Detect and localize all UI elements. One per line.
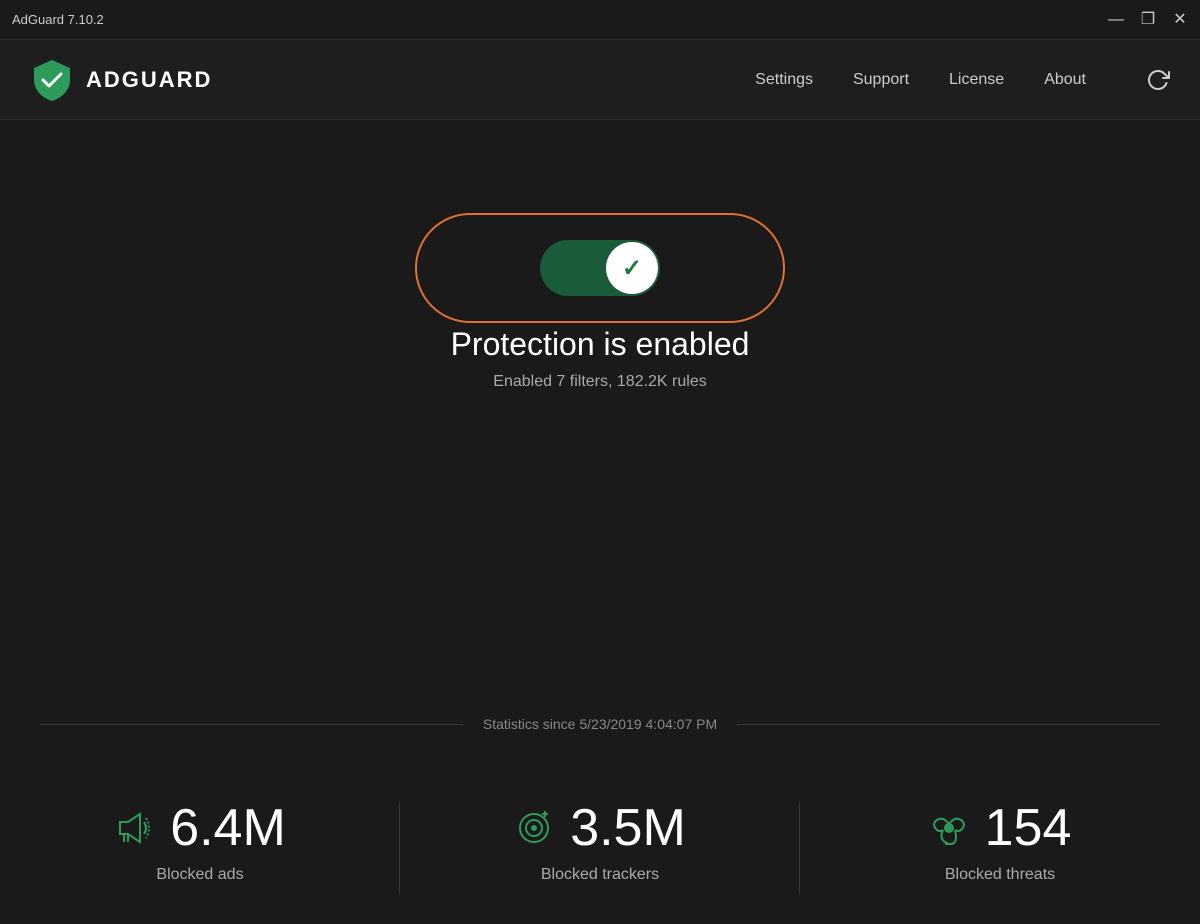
stats-cards: 6.4M Blocked ads 3.5M Blocked trackers [0, 772, 1200, 924]
header: ADGUARD Settings Support License About [0, 40, 1200, 120]
blocked-ads-label: Blocked ads [156, 866, 243, 884]
stats-since-text: Statistics since 5/23/2019 4:04:07 PM [463, 716, 737, 732]
biohazard-icon [929, 808, 969, 848]
stats-divider-left [40, 724, 463, 725]
protection-toggle[interactable]: ✓ [540, 240, 660, 296]
title-bar: AdGuard 7.10.2 — ❐ ✕ [0, 0, 1200, 40]
nav-about[interactable]: About [1044, 71, 1086, 89]
stats-divider-right [737, 724, 1160, 725]
minimize-button[interactable]: — [1108, 12, 1124, 28]
app-title: AdGuard 7.10.2 [12, 12, 104, 27]
tracker-icon [514, 808, 554, 848]
blocked-threats-number: 154 [985, 802, 1072, 854]
blocked-threats-label: Blocked threats [945, 866, 1055, 884]
stat-top-ads: 6.4M [114, 802, 286, 854]
toggle-knob: ✓ [606, 242, 658, 294]
protection-status-title: Protection is enabled [451, 326, 750, 363]
main-content: ✓ Protection is enabled Enabled 7 filter… [0, 120, 1200, 391]
window-controls: — ❐ ✕ [1108, 12, 1188, 28]
maximize-button[interactable]: ❐ [1140, 12, 1156, 28]
stat-card-ads: 6.4M Blocked ads [0, 772, 400, 924]
blocked-ads-number: 6.4M [170, 802, 286, 854]
nav-license[interactable]: License [949, 71, 1004, 89]
logo-text: ADGUARD [86, 67, 212, 93]
close-button[interactable]: ✕ [1172, 12, 1188, 28]
stat-top-threats: 154 [929, 802, 1072, 854]
refresh-button[interactable] [1146, 68, 1170, 92]
logo-container: ADGUARD [30, 58, 755, 102]
nav-support[interactable]: Support [853, 71, 909, 89]
stat-top-trackers: 3.5M [514, 802, 686, 854]
adguard-logo-icon [30, 58, 74, 102]
nav-links: Settings Support License About [755, 68, 1170, 92]
megaphone-icon [114, 808, 154, 848]
nav-settings[interactable]: Settings [755, 71, 813, 89]
protection-toggle-area: ✓ [540, 240, 660, 296]
blocked-trackers-label: Blocked trackers [541, 866, 659, 884]
check-icon: ✓ [622, 254, 642, 283]
stats-header: Statistics since 5/23/2019 4:04:07 PM [0, 716, 1200, 732]
stat-card-trackers: 3.5M Blocked trackers [400, 772, 800, 924]
blocked-trackers-number: 3.5M [570, 802, 686, 854]
stats-section: Statistics since 5/23/2019 4:04:07 PM 6.… [0, 716, 1200, 924]
protection-status-subtitle: Enabled 7 filters, 182.2K rules [493, 373, 706, 391]
stat-card-threats: 154 Blocked threats [800, 772, 1200, 924]
